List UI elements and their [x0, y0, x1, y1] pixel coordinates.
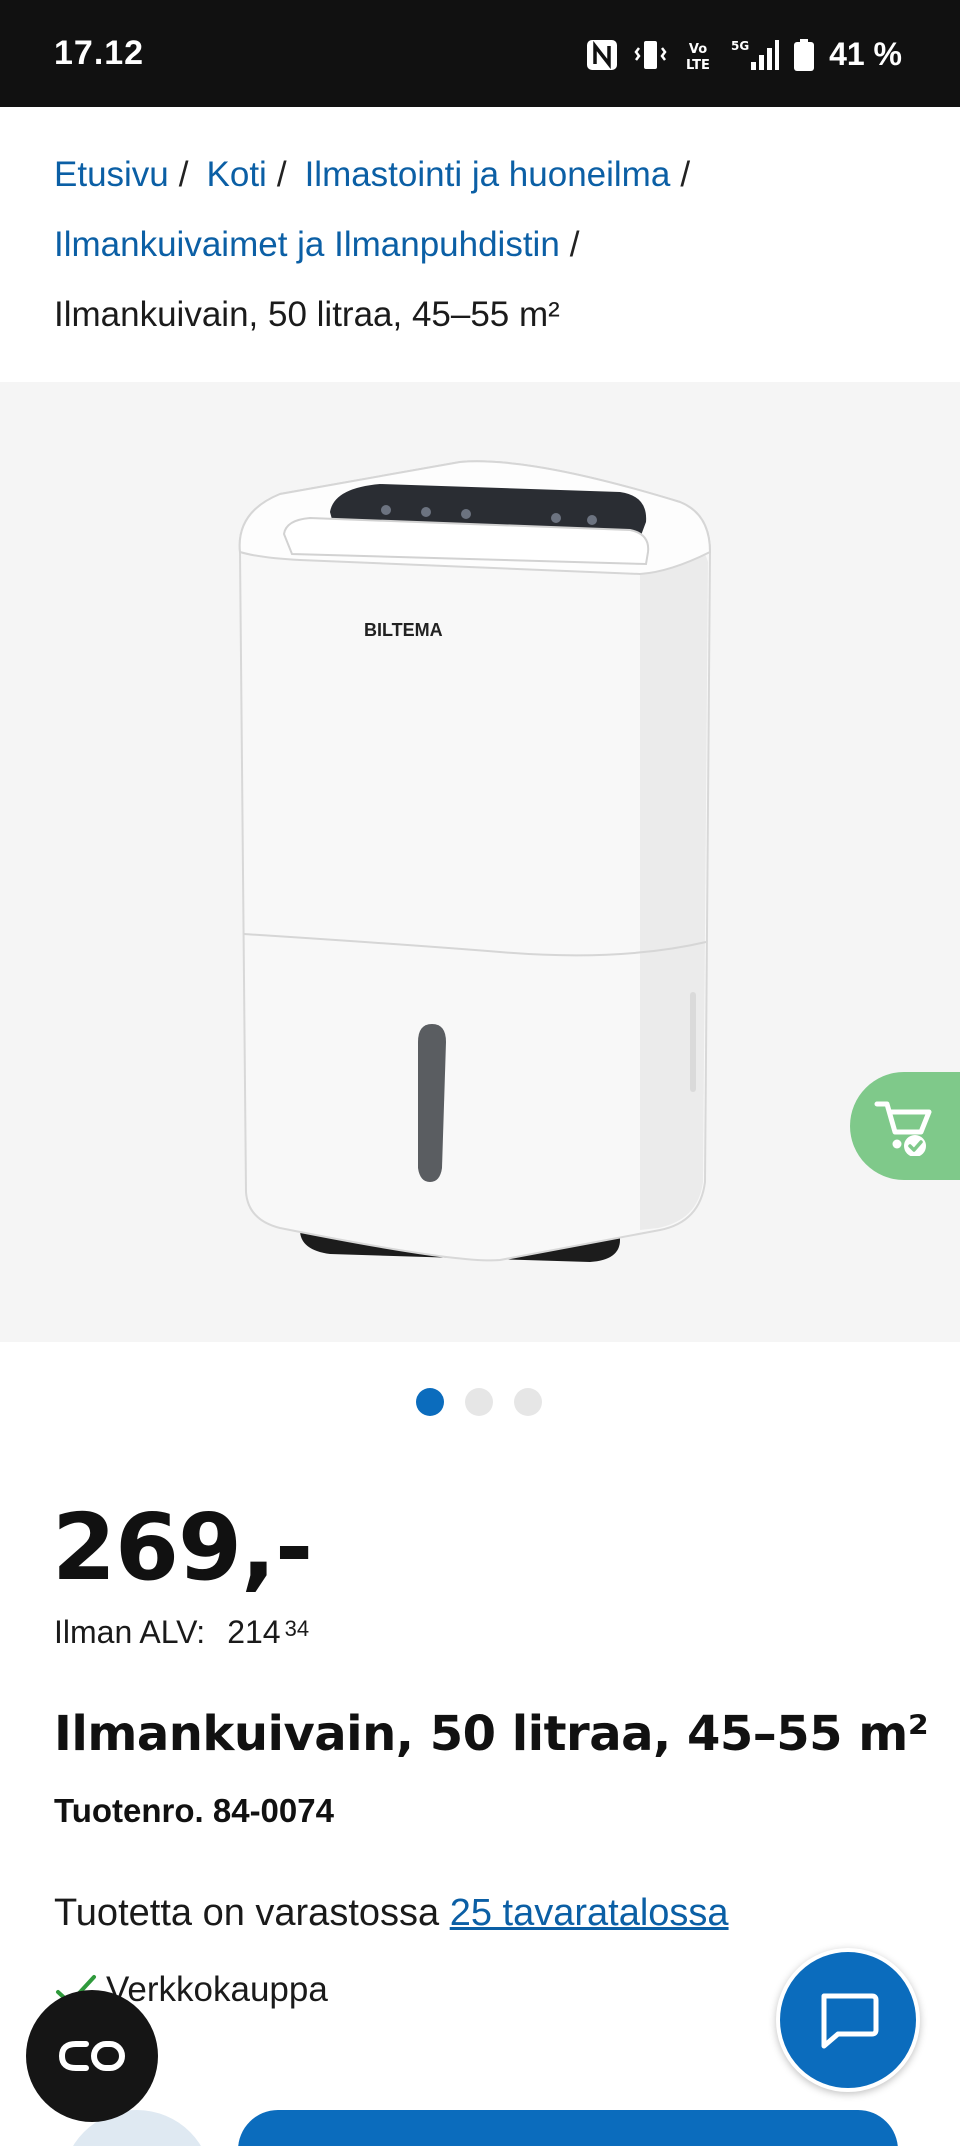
breadcrumb-separator: / [276, 155, 287, 194]
breadcrumb-link-ilmankuivaimet[interactable]: Ilmankuivaimet ja Ilmanpuhdistin [54, 225, 560, 264]
svg-text:Vo: Vo [689, 42, 707, 57]
product-image-dehumidifier: BILTEMA [238, 460, 712, 1262]
co-assistant-button[interactable] [26, 1990, 158, 2122]
vibrate-icon [634, 40, 667, 69]
stock-stores-link[interactable]: 25 tavaratalossa [450, 1892, 729, 1934]
svg-text:LTE: LTE [686, 58, 710, 72]
carousel-indicator [416, 1388, 542, 1416]
breadcrumb-separator: / [680, 155, 691, 194]
webshop-label: Verkkokauppa [106, 1970, 328, 2009]
product-title: Ilmankuivain, 50 litraa, 45–55 m² [54, 1706, 929, 1762]
carousel-dot-3[interactable] [514, 1388, 542, 1416]
5g-signal-icon: 5G [731, 39, 780, 70]
brand-logo: BILTEMA [364, 620, 443, 640]
status-bar: 17.12 Vo LTE 5G 41 % [0, 0, 960, 107]
cart-button[interactable] [850, 1072, 960, 1180]
breadcrumb-separator: / [178, 155, 189, 194]
volte-icon: Vo LTE [686, 42, 710, 72]
breadcrumb: Etusivu / Koti / Ilmastointi ja huoneilma / Il… [54, 140, 914, 350]
stock-info: Tuotetta on varastossa 25 tavaratalossa [54, 1892, 729, 1935]
vat-price-cents: 34 [284, 1616, 310, 1641]
status-time: 17.12 [54, 34, 145, 72]
breadcrumb-separator: / [569, 225, 580, 264]
breadcrumb-current: Ilmankuivain, 50 litraa, 45–55 m² [54, 295, 560, 334]
nfc-icon [587, 39, 618, 70]
price-without-vat: Ilman ALV: 214 34 [54, 1614, 309, 1651]
carousel-dot-2[interactable] [465, 1388, 493, 1416]
svg-text:5G: 5G [731, 39, 749, 53]
status-icons: Vo LTE 5G 41 % [585, 36, 902, 73]
vat-price-whole: 214 [227, 1614, 281, 1650]
cart-check-icon [874, 1101, 932, 1156]
add-to-cart-button[interactable] [238, 2110, 898, 2146]
carousel-dot-1[interactable] [416, 1388, 444, 1416]
breadcrumb-link-ilmastointi[interactable]: Ilmastointi ja huoneilma [305, 155, 671, 194]
stock-text: Tuotetta on varastossa [54, 1892, 450, 1934]
battery-icon [794, 38, 815, 71]
breadcrumb-link-koti[interactable]: Koti [207, 155, 267, 194]
product-number: Tuotenro. 84-0074 [54, 1792, 334, 1829]
product-image-gallery[interactable]: BILTEMA [0, 382, 960, 1342]
co-logo-icon [58, 2041, 125, 2071]
breadcrumb-link-home[interactable]: Etusivu [54, 155, 169, 194]
vat-label: Ilman ALV: [54, 1614, 206, 1650]
price: 269,- [52, 1494, 313, 1601]
chat-bubble-icon [821, 1993, 879, 2049]
battery-percent: 41 % [829, 36, 902, 72]
chat-button[interactable] [776, 1948, 920, 2092]
